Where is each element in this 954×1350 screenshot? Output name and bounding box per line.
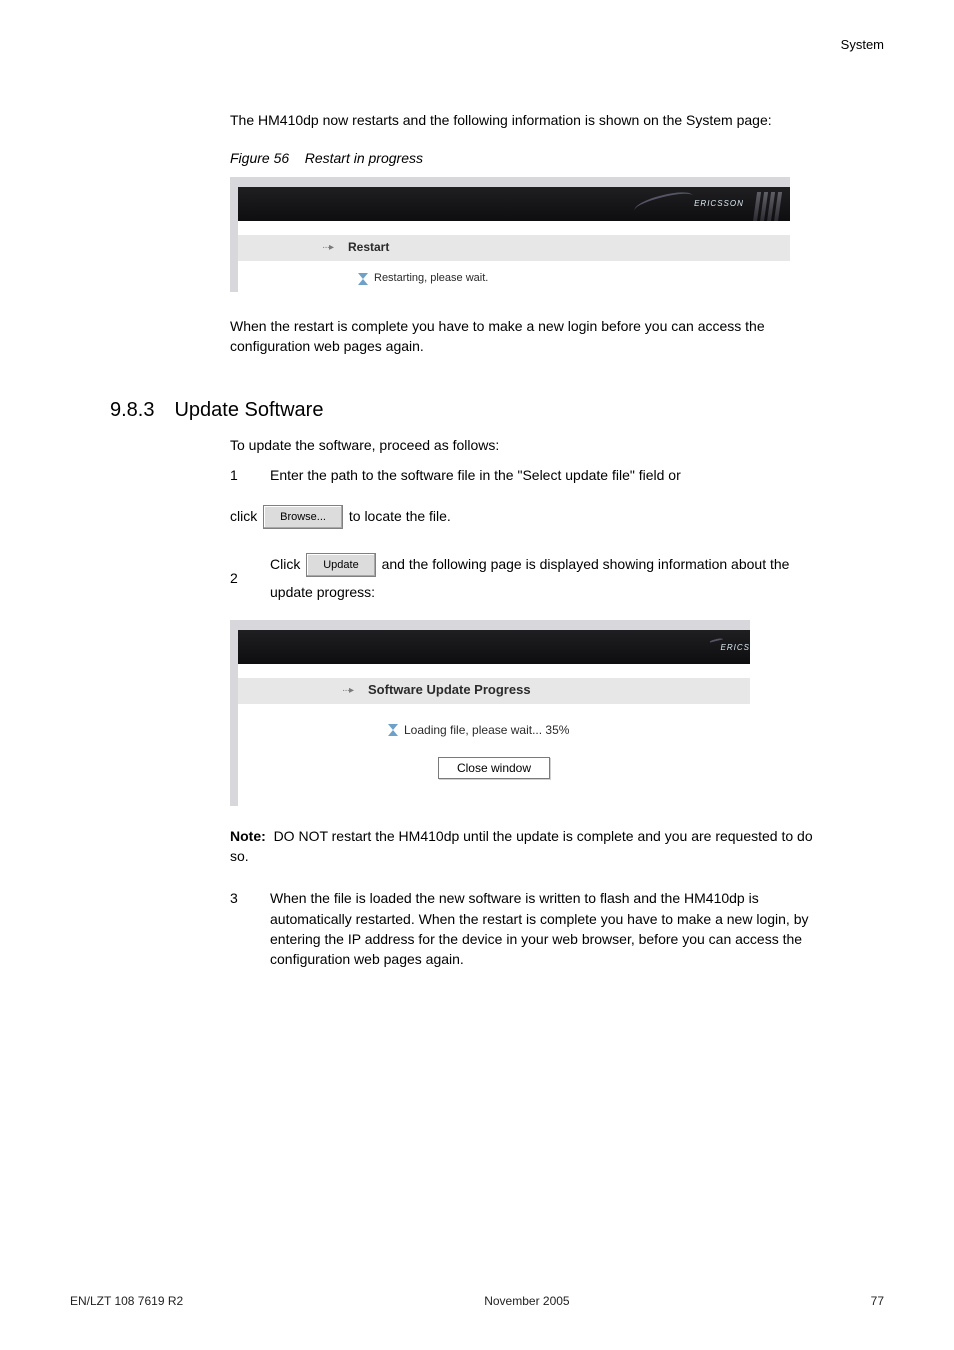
note: Note: DO NOT restart the HM410dp until t… xyxy=(230,826,814,867)
hourglass-icon xyxy=(388,724,398,736)
status-row: Restarting, please wait. xyxy=(238,261,790,293)
close-window-button[interactable]: Close window xyxy=(438,757,550,779)
t2: to locate the file. xyxy=(349,508,451,524)
section-heading: 9.8.3 Update Software xyxy=(110,396,884,425)
step-num: 2 xyxy=(230,564,270,592)
header-section-label: System xyxy=(841,36,884,55)
update-button[interactable]: Update xyxy=(306,553,375,577)
intro-text: The HM410dp now restarts and the followi… xyxy=(230,110,814,130)
page: System The HM410dp now restarts and the … xyxy=(0,0,954,1350)
footer-right: 77 xyxy=(871,1293,884,1310)
figure-number: Figure 56 xyxy=(230,150,289,166)
step-text: Click Update and the following page is d… xyxy=(270,550,814,606)
status-text: Restarting, please wait. xyxy=(374,271,488,287)
step-text: Enter the path to the software file in t… xyxy=(270,465,681,485)
ericsson-logo: ERICS xyxy=(710,634,750,662)
update-intro: To update the software, proceed as follo… xyxy=(230,435,814,455)
arrow-icon: ···▸ xyxy=(342,684,353,699)
restart-screenshot: ERICSSON ···▸ Restart Restarting, please… xyxy=(230,177,790,292)
footer: EN/LZT 108 7619 R2 November 2005 77 xyxy=(70,1293,884,1310)
figure-title: Restart in progress xyxy=(305,150,423,166)
status-text: Loading file, please wait... 35% xyxy=(404,722,569,739)
panel-title: Restart xyxy=(348,239,389,256)
step-num: 3 xyxy=(230,888,270,969)
note-label: Note: xyxy=(230,828,266,844)
arrow-icon: ···▸ xyxy=(322,240,333,255)
banner: ERICS xyxy=(238,630,750,664)
figure-caption-1: Figure 56 Restart in progress xyxy=(230,148,884,168)
footer-center: November 2005 xyxy=(484,1293,569,1310)
title-bar: ···▸ Software Update Progress xyxy=(238,678,750,704)
step-3: 3 When the file is loaded the new softwa… xyxy=(230,888,814,969)
pre: Click xyxy=(270,556,304,572)
step-text: When the file is loaded the new software… xyxy=(270,888,814,969)
panel-title: Software Update Progress xyxy=(368,681,531,700)
step-1b: click Browse... to locate the file. xyxy=(230,502,814,530)
logo-text: ERICSSON xyxy=(694,198,744,210)
section-number: 9.8.3 xyxy=(110,396,154,425)
figure-2: ERICS ···▸ Software Update Progress Load… xyxy=(230,620,884,806)
after-restart-text: When the restart is complete you have to… xyxy=(230,316,814,357)
button-row: Close window xyxy=(238,745,750,787)
update-progress-screenshot: ERICS ···▸ Software Update Progress Load… xyxy=(230,620,750,806)
step-num: 1 xyxy=(230,465,270,485)
footer-left: EN/LZT 108 7619 R2 xyxy=(70,1293,183,1310)
status-row: Loading file, please wait... 35% xyxy=(238,704,750,745)
ericsson-logo: ERICSSON xyxy=(594,190,784,218)
hourglass-icon xyxy=(358,273,368,285)
title-bar: ···▸ Restart xyxy=(238,235,790,261)
t: click xyxy=(230,508,261,524)
browse-button[interactable]: Browse... xyxy=(263,505,343,529)
step-1: 1 Enter the path to the software file in… xyxy=(230,465,814,485)
banner: ERICSSON xyxy=(238,187,790,221)
section-title: Update Software xyxy=(174,396,323,425)
step-2: 2 Click Update and the following page is… xyxy=(230,550,814,606)
figure-1: ERICSSON ···▸ Restart Restarting, please… xyxy=(230,177,884,292)
note-text: DO NOT restart the HM410dp until the upd… xyxy=(230,828,813,864)
